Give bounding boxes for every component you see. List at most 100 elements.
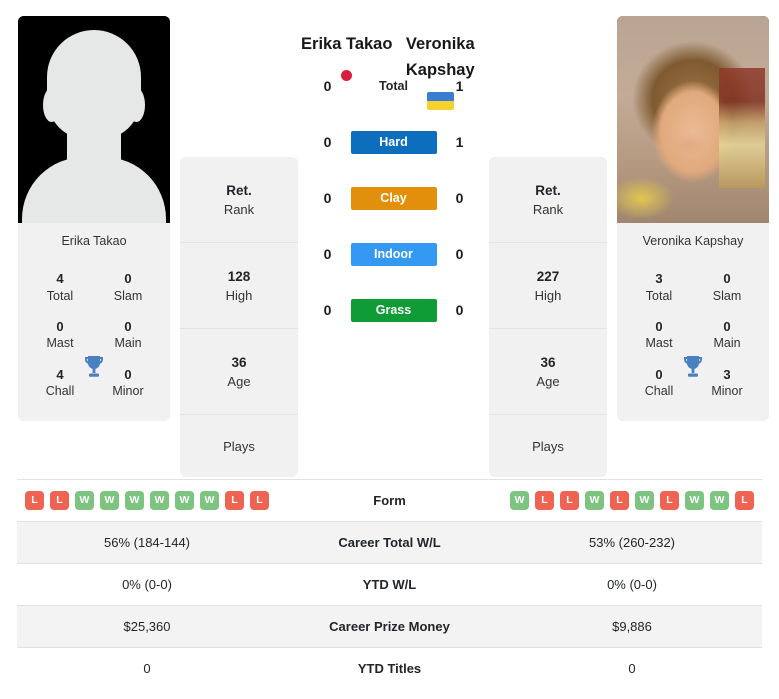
right-career-total-wl: 53% (260-232) — [589, 535, 675, 550]
left-player-avatar[interactable] — [18, 16, 170, 223]
left-titles-minor-label: Minor — [112, 384, 144, 399]
right-titles-minor-label: Minor — [711, 384, 743, 399]
form-pill-loss: L — [50, 491, 69, 510]
left-rank-high-label: High — [225, 287, 253, 303]
right-titles-slam: 0 Slam — [701, 270, 753, 304]
right-rank-panel: Ret. Rank 227 High 36 Age Plays — [489, 157, 607, 477]
left-rank-plays-label: Plays — [223, 438, 255, 454]
stat-label-career-prize-money: Career Prize Money — [329, 619, 450, 634]
left-ytd-titles: 0 — [143, 661, 151, 676]
right-titles-total: 3 Total — [633, 270, 685, 304]
flag-japan-icon — [333, 66, 361, 85]
left-form-cell: LLWWWWWWLL — [17, 480, 277, 522]
left-titles-total-label: Total — [46, 288, 74, 303]
table-row-career-total-wl: 56% (184-144) Career Total W/L 53% (260-… — [17, 521, 762, 564]
left-score-grass: 0 — [323, 302, 332, 319]
surface-badge-indoor[interactable]: Indoor — [350, 242, 437, 266]
form-pill-loss: L — [735, 491, 754, 510]
left-player-caption: Erika Takao — [18, 223, 170, 258]
form-pill-win: W — [125, 491, 144, 510]
right-player-card: Veronika Kapshay 3 Total 0 Slam 0 Mast 0 — [617, 16, 769, 422]
left-titles-row-2: 0 Mast 0 Main — [28, 312, 160, 360]
left-rank-high-value: 128 — [227, 268, 251, 284]
left-player-name[interactable]: Erika Takao — [300, 32, 394, 58]
stat-label-career-total-wl: Career Total W/L — [338, 535, 441, 550]
left-career-prize-money: $25,360 — [123, 619, 171, 634]
right-titles-slam-label: Slam — [712, 288, 742, 303]
trophy-icon — [684, 356, 702, 377]
right-rank-age-value: 36 — [540, 354, 556, 370]
form-pill-loss: L — [250, 491, 269, 510]
left-player-card: Erika Takao 4 Total 0 Slam 0 Mast 0 Main… — [18, 16, 170, 422]
left-titles-grid: 4 Total 0 Slam 0 Mast 0 Main 4 Chall 0 M… — [18, 258, 170, 422]
left-titles-slam: 0 Slam — [102, 270, 154, 304]
surface-row-hard: 0 Hard 1 — [300, 114, 487, 170]
left-career-total-wl: 56% (184-144) — [104, 535, 190, 550]
right-score-hard: 1 — [455, 134, 464, 151]
right-titles-main: 0 Main — [701, 318, 753, 352]
left-titles-main-label: Main — [114, 336, 142, 351]
stat-label-form: Form — [373, 493, 406, 508]
right-rank-plays: Plays — [489, 415, 607, 477]
right-ytd-titles: 0 — [628, 661, 636, 676]
form-pill-win: W — [100, 491, 119, 510]
left-rank-current-value: Ret. — [226, 182, 252, 198]
right-titles-grid: 3 Total 0 Slam 0 Mast 0 Main 0 Chall 3 M… — [617, 258, 769, 422]
surface-badge-total: Total — [379, 78, 408, 93]
right-player-avatar[interactable] — [617, 16, 769, 223]
right-score-clay: 0 — [455, 190, 464, 207]
right-rank-current: Ret. Rank — [489, 157, 607, 243]
left-titles-row-1: 4 Total 0 Slam — [28, 264, 160, 312]
right-titles-slam-value: 0 — [723, 271, 731, 286]
form-pill-win: W — [510, 491, 529, 510]
left-form-pills: LLWWWWWWLL — [17, 491, 277, 510]
surface-breakdown: 0 Total 1 0 Hard 1 0 Clay 0 0 Indoor 0 0 — [300, 58, 487, 338]
surface-badge-clay[interactable]: Clay — [350, 186, 437, 210]
left-titles-minor: 0 Minor — [102, 366, 154, 400]
right-form-cell: WLLWLWLWWL — [502, 480, 762, 522]
left-rank-age-label: Age — [227, 373, 251, 389]
left-titles-mast: 0 Mast — [34, 318, 86, 352]
right-titles-chall: 0 Chall — [633, 366, 685, 400]
form-pill-win: W — [710, 491, 729, 510]
form-pill-win: W — [150, 491, 169, 510]
right-titles-mast-value: 0 — [655, 318, 663, 334]
right-titles-total-label: Total — [645, 288, 673, 303]
surface-row-indoor: 0 Indoor 0 — [300, 226, 487, 282]
right-career-prize-money: $9,886 — [612, 619, 652, 634]
right-rank-age-label: Age — [536, 373, 560, 389]
right-rank-high: 227 High — [489, 243, 607, 329]
left-score-hard: 0 — [323, 134, 332, 151]
form-pill-win: W — [200, 491, 219, 510]
form-pill-loss: L — [610, 491, 629, 510]
left-titles-mast-label: Mast — [46, 336, 74, 351]
right-titles-row-1: 3 Total 0 Slam — [627, 264, 759, 312]
form-pill-loss: L — [535, 491, 554, 510]
left-score-indoor: 0 — [323, 246, 332, 263]
surface-badge-hard[interactable]: Hard — [350, 130, 437, 154]
table-row-ytd-titles: 0 YTD Titles 0 — [17, 647, 762, 690]
right-titles-chall-label: Chall — [644, 384, 674, 399]
right-rank-high-value: 227 — [536, 268, 560, 284]
head-to-head-stats-table: LLWWWWWWLL Form WLLWLWLWWL 56% (184-144)… — [17, 479, 762, 689]
left-titles-chall-label: Chall — [45, 384, 75, 399]
left-titles-total: 4 Total — [34, 270, 86, 304]
center-column: Erika Takao Veronika Kapshay 0 Total 1 0… — [298, 10, 489, 338]
right-rank-age: 36 Age — [489, 329, 607, 415]
form-pill-win: W — [685, 491, 704, 510]
left-rank-panel: Ret. Rank 128 High 36 Age Plays — [180, 157, 298, 477]
left-titles-slam-label: Slam — [113, 288, 143, 303]
stat-label-ytd-wl: YTD W/L — [362, 577, 417, 592]
surface-row-clay: 0 Clay 0 — [300, 170, 487, 226]
surface-badge-grass[interactable]: Grass — [350, 298, 437, 322]
table-row-form: LLWWWWWWLL Form WLLWLWLWWL — [17, 479, 762, 522]
right-titles-chall-value: 0 — [655, 366, 663, 382]
right-titles-minor: 3 Minor — [701, 366, 753, 400]
right-score-total: 1 — [455, 78, 464, 95]
form-pill-win: W — [175, 491, 194, 510]
form-pill-loss: L — [660, 491, 679, 510]
left-rank-age: 36 Age — [180, 329, 298, 415]
left-rank-plays: Plays — [180, 415, 298, 477]
table-row-ytd-wl: 0% (0-0) YTD W/L 0% (0-0) — [17, 563, 762, 606]
right-rank-plays-label: Plays — [532, 438, 564, 454]
